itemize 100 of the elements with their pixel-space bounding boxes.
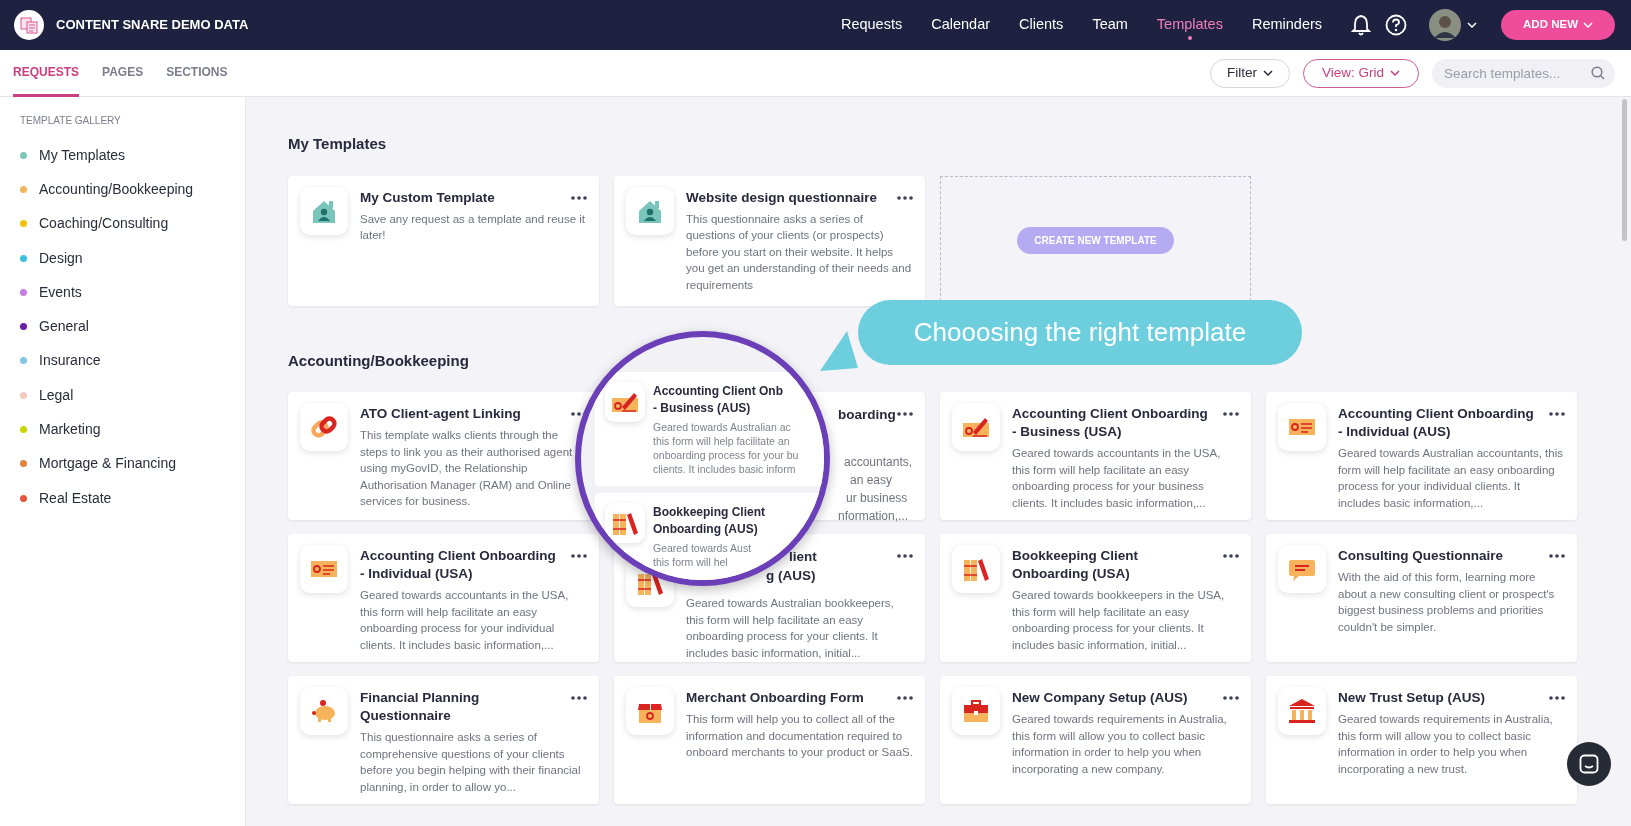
card-description: onboarding process for your bu	[653, 448, 799, 462]
template-card[interactable]	[288, 534, 599, 662]
card-description: clients. It includes basic inform	[653, 462, 796, 476]
card-description: accountants,	[844, 454, 913, 471]
card-title: Merchant Onboarding Form	[686, 689, 864, 707]
card-title: Accounting Client Onboarding - Individual (USA)	[360, 547, 557, 583]
card-title: Accounting Client Onboarding - Business (USA)	[1012, 405, 1209, 441]
template-card[interactable]: Merchant Onboarding Form This form will help you to collect all of the information and documentation required to onboard merchants to your product or SaaS.	[614, 676, 925, 804]
more-icon	[571, 195, 587, 200]
more-icon	[897, 696, 913, 700]
nav-link[interactable]: Requests	[840, 14, 903, 36]
card-description: Geared towards accountants in the USA, this form will help facilitate an easy onboarding process for your business clients. It includes basic information,...	[1012, 446, 1222, 511]
card-description: Geared towards Australian accountants, this form will help facilitate an easy onboarding process for your individual clients. It includes basic information,...	[1338, 446, 1564, 511]
card-description: Geared towards requirements in Australia, this form will allow you to collect basic information in order to help you when incorporating a new company.	[1012, 712, 1228, 777]
more-icon	[897, 554, 913, 558]
nav-link[interactable]: Team	[1092, 14, 1128, 36]
chevron-down-icon	[1390, 70, 1400, 76]
template-card[interactable]: New Trust Setup (AUS) Geared towards requirements in Australia, this form will allow you to collect basic information in order to help you when incorporating a new trust.	[1266, 676, 1577, 804]
app-title: CONTENT SNARE DEMO DATA	[56, 16, 249, 35]
scrollbar[interactable]	[1622, 99, 1627, 241]
sidebar-item[interactable]: Real Estate	[39, 487, 112, 509]
card-description: This questionnaire asks a series of comprehensive questions of your clients before you begin helping with their financial planning, in order to allow yo...	[360, 730, 582, 795]
card-title: Bookkeeping Client	[653, 504, 765, 521]
more-icon	[1549, 696, 1565, 700]
card-description: This questionnaire asks a series of questions of your clients (or prospects) before you start on their website. It helps you get an understanding of their needs and requirements	[686, 211, 913, 293]
template-card[interactable]	[940, 392, 1251, 520]
card-title: Consulting Questionnaire	[1338, 547, 1503, 565]
sidebar-item[interactable]: Design	[39, 247, 83, 269]
template-card[interactable]	[1266, 392, 1577, 520]
card-description: ur business	[846, 490, 908, 507]
card-title: ATO Client-agent Linking	[360, 405, 521, 423]
template-card[interactable]: Consulting Questionnaire With the aid of this form, learning more about a new consulting client or prospect's biggest business problems and priorities couldn't be simpler.	[1266, 534, 1577, 662]
card-title: boarding	[838, 406, 896, 424]
callout-tail	[819, 330, 859, 372]
sidebar-item[interactable]: Legal	[39, 384, 74, 406]
template-card[interactable]: Financial Planning Questionnaire This questionnaire asks a series of comprehensive questions of your clients before you begin helping with their financial planning, in order to allow yo...	[288, 676, 599, 804]
card-title: Accounting Client Onboarding - Individual (AUS)	[1338, 405, 1535, 441]
more-icon	[1549, 412, 1565, 416]
sidebar-item[interactable]: Mortgage & Financing	[39, 453, 176, 475]
documents-icon	[20, 16, 38, 34]
sidebar-item[interactable]: General	[39, 316, 89, 338]
more-icon	[1549, 554, 1565, 558]
sidebar-item[interactable]: My Templates	[39, 144, 126, 166]
card-title: My Custom Template	[360, 188, 495, 207]
sidebar-heading: TEMPLATE GALLERY	[19, 114, 122, 128]
chevron-down-icon	[1583, 22, 1593, 28]
chat-button[interactable]	[1567, 742, 1611, 786]
card-title: Accounting Client Onb	[653, 383, 783, 400]
more-icon	[1223, 554, 1239, 558]
card-description: an easy	[850, 472, 893, 489]
more-icon	[571, 554, 587, 558]
card-description: With the aid of this form, learning more about a new consulting client or prospect's biggest business problems and priorities couldn't be simpler.	[1338, 570, 1556, 635]
card-description: Geared towards Aust	[653, 541, 752, 555]
card-description: This form will help you to collect all of the information and documentation required to onboard merchants to your product or SaaS.	[686, 712, 913, 760]
template-card[interactable]	[614, 175, 925, 306]
card-description: Geared towards Australian bookkeepers, this form will help facilitate an easy onboarding process for your clients. It includes basic information, initial...	[686, 596, 895, 661]
more-icon	[1223, 696, 1239, 700]
search-icon	[1591, 66, 1605, 80]
bank-building-icon	[1287, 696, 1317, 726]
card-title: Bookkeeping Client Onboarding (USA)	[1012, 547, 1139, 583]
card-description: Geared towards accountants in the USA, this form will help facilitate an easy onboarding process for your individual clients. It includes basic information,...	[360, 588, 570, 653]
chevron-down-icon	[1262, 70, 1273, 76]
template-card[interactable]: My Custom Template Save any request as a template and reuse it later!	[288, 175, 599, 306]
card-title: Financial Planning Questionnaire	[360, 689, 481, 725]
tab[interactable]: SECTIONS	[166, 49, 228, 97]
nav-link[interactable]: Reminders	[1251, 14, 1323, 36]
card-description: Save any request as a template and reuse it later!	[360, 211, 587, 243]
nav-link[interactable]: Calendar	[931, 14, 991, 36]
section-heading: Accounting/Bookkeeping	[288, 350, 469, 371]
card-title: New Trust Setup (AUS)	[1338, 689, 1485, 707]
card-title: Website design questionnaire	[686, 188, 878, 207]
sidebar-item[interactable]: Accounting/Bookkeeping	[39, 178, 194, 200]
card-description: nformation,...	[838, 508, 909, 525]
more-icon	[571, 696, 587, 700]
chevron-down-icon	[1467, 22, 1478, 28]
nav-link[interactable]: Clients	[1019, 14, 1064, 36]
sidebar-item[interactable]: Events	[39, 281, 82, 303]
section-heading: My Templates	[288, 134, 387, 154]
app-logo[interactable]	[14, 10, 44, 40]
card-title: lient	[789, 548, 817, 566]
more-icon	[897, 412, 913, 416]
avatar	[1429, 9, 1462, 41]
card-description: this form will help facilitate an	[653, 434, 790, 448]
sidebar-item[interactable]: Marketing	[39, 419, 101, 440]
template-card[interactable]: New Company Setup (AUS) Geared towards requirements in Australia, this form will allow you to collect basic information in order to help you when incorporating a new company.	[940, 676, 1251, 804]
sidebar-item[interactable]: Insurance	[39, 350, 101, 372]
card-title: New Company Setup (AUS)	[1012, 689, 1188, 707]
card-title: - Business (AUS)	[653, 400, 751, 417]
search-field[interactable]: Search templates...	[1432, 58, 1615, 88]
bell-icon	[1351, 14, 1372, 36]
more-icon	[1223, 412, 1239, 416]
tab[interactable]: PAGES	[102, 49, 144, 97]
card-title: g (AUS)	[766, 567, 816, 585]
more-icon	[897, 195, 913, 200]
card-description: Geared towards Australian ac	[653, 420, 791, 434]
sidebar-item[interactable]: Coaching/Consulting	[39, 213, 169, 235]
card-description: Geared towards requirements in Australia, this form will allow you to collect basic information in order to help you when incorporating a new trust.	[1338, 712, 1554, 777]
template-card[interactable]: Bookkeeping Client Onboarding (USA) Geared towards bookkeepers in the USA, this form will help facilitate an easy onboarding process for your clients. It includes basic information, initial...	[940, 534, 1251, 662]
card-description: this form will hel	[653, 555, 728, 569]
help-icon	[1385, 14, 1408, 36]
